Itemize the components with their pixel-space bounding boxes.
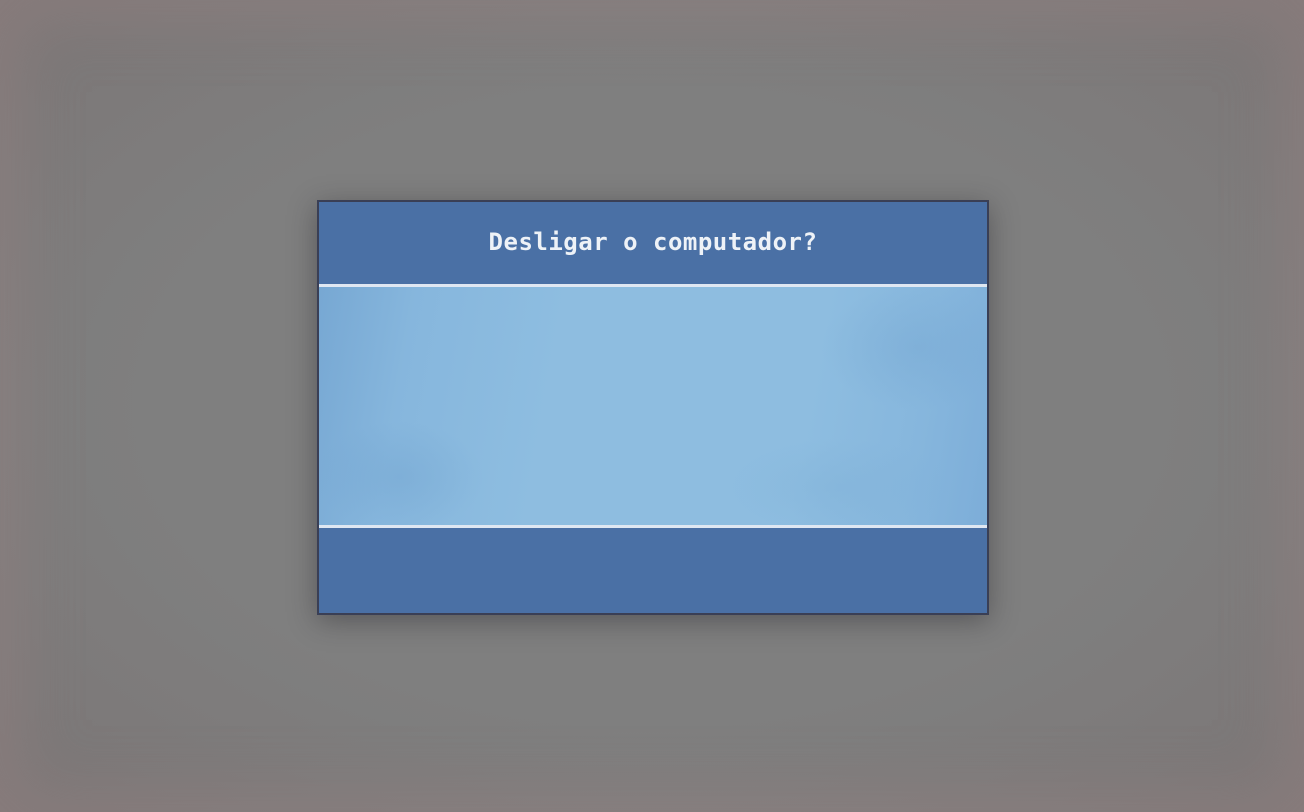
body-texture: [319, 287, 987, 525]
dialog-body: [319, 287, 987, 525]
shutdown-dialog: Desligar o computador?: [317, 200, 989, 615]
dialog-title: Desligar o computador?: [488, 227, 818, 256]
dialog-footer: [319, 528, 987, 613]
dialog-header: Desligar o computador?: [319, 202, 987, 285]
